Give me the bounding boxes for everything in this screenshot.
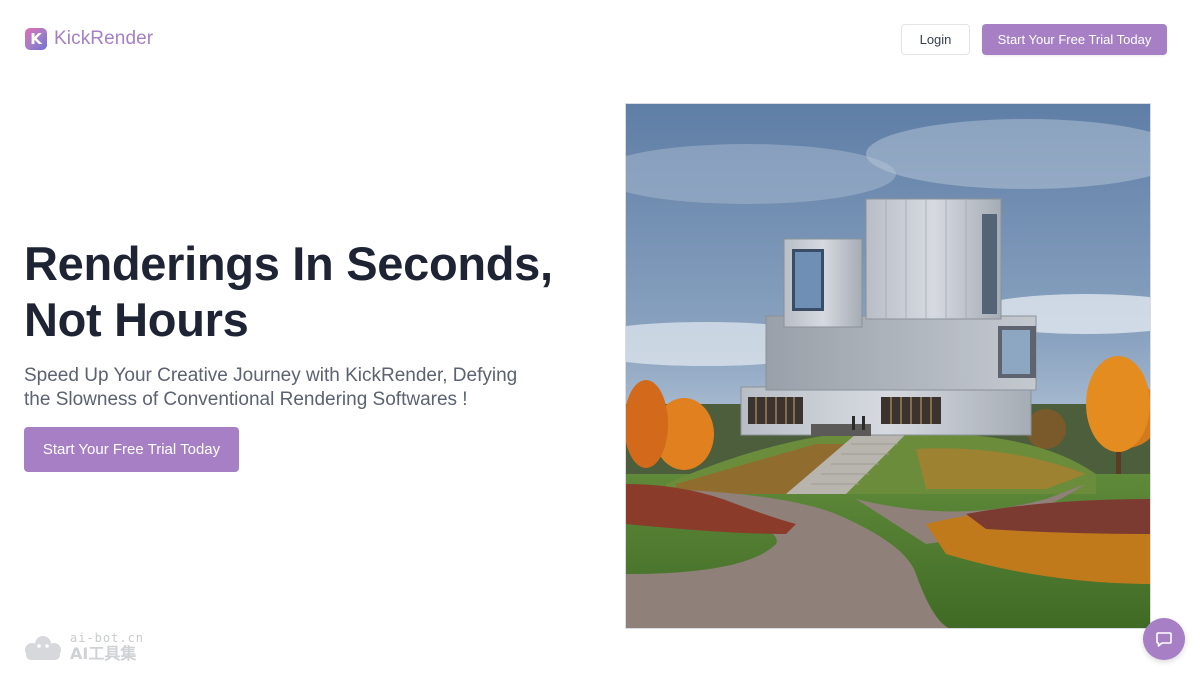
brand-name: KickRender <box>54 28 154 49</box>
hero-title-line2: Not Hours <box>24 293 249 346</box>
chat-button[interactable] <box>1143 618 1185 660</box>
header-free-trial-button[interactable]: Start Your Free Trial Today <box>982 24 1167 55</box>
watermark: ai-bot.cn AI工具集 <box>22 632 144 662</box>
hero-subtitle-line1: Speed Up Your Creative Journey with Kick… <box>24 365 518 386</box>
architecture-render-image <box>625 103 1151 629</box>
watermark-domain: ai-bot.cn <box>70 631 145 645</box>
hero-subtitle-line2: the Slowness of Conventional Rendering S… <box>24 389 468 410</box>
hero-title: Renderings In Seconds, Not Hours <box>24 236 584 348</box>
brand-logo[interactable]: K KickRender <box>25 28 153 50</box>
hero-title-line1: Renderings In Seconds, <box>24 237 553 290</box>
cloud-logo-icon <box>25 636 61 660</box>
login-button[interactable]: Login <box>901 24 970 55</box>
chat-icon <box>1156 632 1172 647</box>
logo-icon: K <box>25 28 47 50</box>
hero-free-trial-button[interactable]: Start Your Free Trial Today <box>24 427 239 472</box>
watermark-name: AI工具集 <box>70 644 137 663</box>
hero-subtitle: Speed Up Your Creative Journey with Kick… <box>24 364 584 412</box>
